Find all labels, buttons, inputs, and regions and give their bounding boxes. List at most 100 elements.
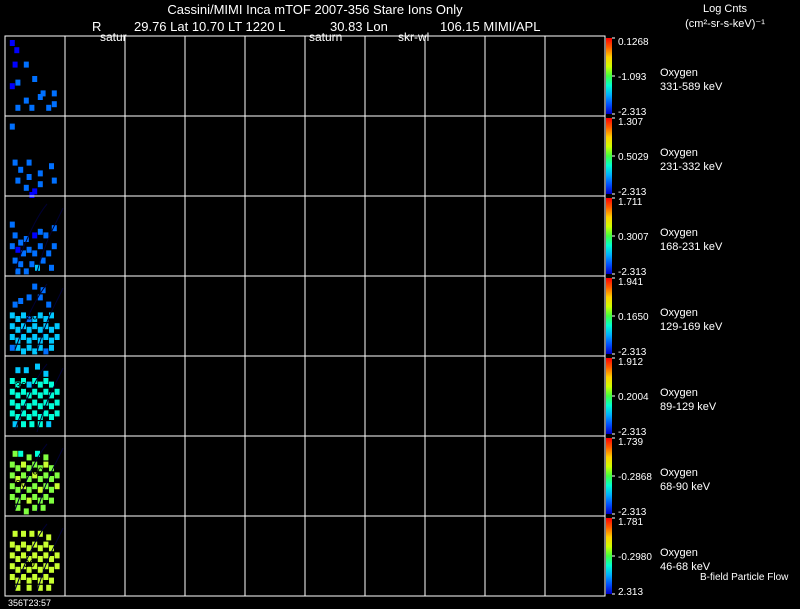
heatmap-cell [21, 530, 26, 537]
heatmap-cell [12, 450, 18, 457]
bfield-note: B-field Particle Flow [700, 572, 789, 583]
panel-3: 301.9410.1650-2.313Oxygen129-169 keV [4, 275, 723, 358]
heatmap-cell [40, 90, 46, 97]
heatmap-cell [43, 541, 49, 548]
heatmap-cell [9, 461, 15, 468]
heatmap-cell [26, 454, 32, 461]
heatmap-cell [46, 250, 52, 257]
heatmap-cell [32, 399, 38, 406]
heatmap-cell [9, 243, 15, 250]
colorbar [606, 358, 612, 434]
heatmap-cell [29, 104, 35, 111]
colorbar-max-label: 1.941 [618, 277, 643, 288]
heatmap-cell [26, 584, 32, 591]
heatmap-cell [26, 403, 32, 410]
heatmap-cell [9, 312, 15, 319]
heatmap-cell [46, 421, 52, 428]
heatmap-cell [43, 461, 49, 468]
heatmap-cell [49, 337, 54, 344]
heatmap-cell [9, 541, 15, 548]
heatmap-cell [49, 476, 54, 482]
colorbar [606, 198, 612, 274]
species-label: Oxygen [660, 467, 698, 479]
heatmap-cell [15, 566, 21, 573]
heatmap-cell [37, 556, 43, 562]
species-label: Oxygen [660, 67, 698, 79]
energy-range-label: 89-129 keV [660, 401, 717, 413]
species-label: Oxygen [660, 547, 698, 559]
heatmap-cell [37, 403, 43, 410]
heatmap-cell [49, 414, 54, 420]
heatmap-cell [9, 574, 15, 580]
heatmap-cell [12, 530, 18, 537]
heatmap-cell [23, 367, 29, 374]
heatmap-cell [21, 334, 26, 340]
heatmap-cell [18, 261, 24, 268]
colorbar-max-label: 1.307 [618, 117, 643, 128]
heatmap-cell [21, 461, 26, 468]
heatmap-cell [23, 97, 29, 104]
heatmap-cell [26, 294, 32, 301]
colorbar-max-label: 1.739 [618, 437, 643, 448]
heatmap-cell [15, 403, 21, 410]
heatmap-cell [9, 552, 15, 559]
colorbar-max-label: 1.912 [618, 357, 643, 368]
heatmap-cell [26, 344, 32, 351]
colorbar-mid-label: 0.3007 [618, 232, 649, 243]
heatmap-cell [21, 472, 26, 479]
colorbar-mid-label: 0.1650 [618, 312, 649, 323]
contour-label: 30 [15, 479, 27, 490]
energy-range-label: 231-332 keV [660, 161, 723, 173]
heatmap-cell [15, 79, 21, 86]
heatmap-cell [43, 232, 49, 239]
heatmap-cell [9, 334, 15, 340]
species-label: Oxygen [660, 387, 698, 399]
heatmap-cell [21, 494, 26, 500]
species-label: Oxygen [660, 307, 698, 319]
heatmap-cell [32, 574, 38, 580]
heatmap-cell [26, 486, 32, 493]
colorbar-max-label: 0.1268 [618, 37, 649, 48]
heatmap-cell [54, 552, 60, 559]
panel-0: 0.1268-1.093-2.313Oxygen331-589 keV [4, 35, 723, 118]
panel-4: 301.9120.2004-2.313Oxygen89-129 keV [4, 355, 717, 438]
heatmap-cell [49, 381, 54, 388]
heatmap-cell [9, 221, 15, 228]
colorbar-min-label: 2.313 [618, 587, 643, 598]
colorbar-max-label: 1.781 [618, 517, 643, 528]
heatmap-cell [29, 421, 35, 428]
heatmap-cell [29, 530, 35, 537]
colorbar-mid-label: 0.5029 [618, 152, 649, 163]
heatmap-cell [9, 83, 15, 90]
energy-range-label: 331-589 keV [660, 81, 723, 93]
heatmap-cell [32, 348, 38, 355]
colorbar-mid-label: -1.093 [618, 72, 647, 83]
heatmap-cell [32, 552, 38, 559]
heatmap-cell [15, 556, 21, 562]
colorbar-max-label: 1.711 [618, 197, 643, 208]
colorbar [606, 278, 612, 354]
heatmap-cell [32, 250, 38, 257]
species-label: Oxygen [660, 147, 698, 159]
heatmap-cell [9, 123, 15, 130]
heatmap-cell [15, 177, 21, 184]
heatmap-cell [18, 298, 24, 304]
heatmap-cell [9, 378, 15, 384]
heatmap-cell [49, 556, 54, 562]
colorbar [606, 518, 612, 594]
heatmap-cell [15, 104, 21, 111]
heatmap-cell [54, 472, 60, 479]
heatmap-cell [26, 246, 32, 253]
contour-label: 60 [32, 467, 44, 478]
heatmap-cell [15, 246, 21, 253]
heatmap-cell [18, 166, 24, 173]
heatmap-cell [26, 326, 32, 333]
heatmap-cell [37, 312, 43, 319]
heatmap-cell [15, 465, 21, 472]
heatmap-cell [21, 552, 26, 559]
heatmap-cell [26, 381, 32, 388]
heatmap-cell [49, 577, 54, 584]
heatmap-cell [12, 232, 18, 239]
heatmap-cell [37, 326, 43, 333]
heatmap-cell [18, 239, 24, 246]
